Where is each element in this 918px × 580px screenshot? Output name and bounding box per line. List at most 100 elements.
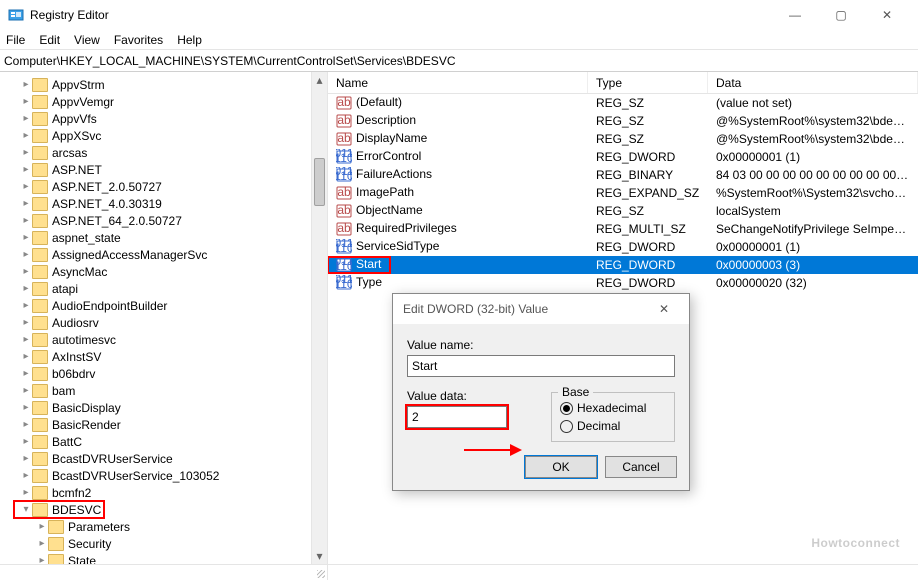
tree-scrollbar[interactable]: ▴ ▾: [311, 72, 327, 564]
expander-icon[interactable]: ▸: [20, 215, 32, 226]
value-row-requiredprivileges[interactable]: abRequiredPrivilegesREG_MULTI_SZSeChange…: [328, 220, 918, 238]
expander-icon[interactable]: ▸: [36, 555, 48, 564]
expander-icon[interactable]: ▸: [20, 487, 32, 498]
tree-item-parameters[interactable]: ▸Parameters: [6, 518, 327, 535]
value-data: (value not set): [708, 96, 918, 110]
expander-icon[interactable]: ▸: [36, 521, 48, 532]
expander-icon[interactable]: ▸: [20, 79, 32, 90]
expander-icon[interactable]: ▸: [20, 402, 32, 413]
value-row-errorcontrol[interactable]: 011110ErrorControlREG_DWORD0x00000001 (1…: [328, 148, 918, 166]
expander-icon[interactable]: ▸: [20, 232, 32, 243]
tree-item-bcmfn2[interactable]: ▸bcmfn2: [6, 484, 327, 501]
expander-icon[interactable]: ▸: [20, 147, 32, 158]
value-data-input[interactable]: [407, 406, 507, 428]
menu-help[interactable]: Help: [177, 33, 202, 47]
tree-item-assignedaccessmanagersvc[interactable]: ▸AssignedAccessManagerSvc: [6, 246, 327, 263]
expander-icon[interactable]: ▸: [20, 436, 32, 447]
tree-label: ASP.NET_2.0.50727: [52, 180, 162, 194]
expander-icon[interactable]: ▸: [36, 538, 48, 549]
col-name[interactable]: Name: [328, 72, 588, 93]
dialog-close-button[interactable]: ✕: [649, 294, 679, 324]
tree-item-appxsvc[interactable]: ▸AppXSvc: [6, 127, 327, 144]
expander-icon[interactable]: ▸: [20, 249, 32, 260]
tree-item-autotimesvc[interactable]: ▸autotimesvc: [6, 331, 327, 348]
value-name: ServiceSidType: [356, 239, 439, 253]
maximize-button[interactable]: ▢: [818, 0, 864, 30]
tree-item-arcsas[interactable]: ▸arcsas: [6, 144, 327, 161]
address-input[interactable]: [4, 54, 914, 68]
tree-item-appvstrm[interactable]: ▸AppvStrm: [6, 76, 327, 93]
tree-item-atapi[interactable]: ▸ atapi: [6, 280, 327, 297]
tree-item-asp-net-64-2-0-50727[interactable]: ▸ASP.NET_64_2.0.50727: [6, 212, 327, 229]
tree-item-appvvemgr[interactable]: ▸AppvVemgr: [6, 93, 327, 110]
tree-item-axinstsv[interactable]: ▸AxInstSV: [6, 348, 327, 365]
expander-icon[interactable]: ▸: [20, 317, 32, 328]
col-type[interactable]: Type: [588, 72, 708, 93]
tree-item-appvvfs[interactable]: ▸AppvVfs: [6, 110, 327, 127]
tree-item-audiosrv[interactable]: ▸Audiosrv: [6, 314, 327, 331]
tree-item-basicdisplay[interactable]: ▸BasicDisplay: [6, 399, 327, 416]
tree-item-basicrender[interactable]: ▸BasicRender: [6, 416, 327, 433]
expander-icon[interactable]: ▸: [20, 113, 32, 124]
tree-item-b06bdrv[interactable]: ▸b06bdrv: [6, 365, 327, 382]
tree-item-asyncmac[interactable]: ▸AsyncMac: [6, 263, 327, 280]
value-name: DisplayName: [356, 131, 427, 145]
expander-icon[interactable]: ▸: [20, 419, 32, 430]
expander-icon[interactable]: ▸: [20, 266, 32, 277]
value-row-description[interactable]: abDescriptionREG_SZ@%SystemRoot%\system3…: [328, 112, 918, 130]
tree-label: BcastDVRUserService: [52, 452, 173, 466]
tree-item-security[interactable]: ▸Security: [6, 535, 327, 552]
expander-icon[interactable]: ▸: [20, 351, 32, 362]
menu-view[interactable]: View: [74, 33, 100, 47]
reg-bin-icon: 011110: [336, 149, 352, 165]
menu-favorites[interactable]: Favorites: [114, 33, 163, 47]
tree-item-asp-net[interactable]: ▸ASP.NET: [6, 161, 327, 178]
tree-item-audioendpointbuilder[interactable]: ▸AudioEndpointBuilder: [6, 297, 327, 314]
expander-icon[interactable]: ▸: [20, 96, 32, 107]
reg-bin-icon: 011110: [336, 167, 352, 183]
svg-text:110: 110: [336, 241, 352, 255]
value-row--default-[interactable]: ab(Default)REG_SZ(value not set): [328, 94, 918, 112]
expander-icon[interactable]: ▸: [20, 164, 32, 175]
expander-icon[interactable]: ▸: [20, 130, 32, 141]
tree-label: atapi: [52, 282, 78, 296]
cancel-button[interactable]: Cancel: [605, 456, 677, 478]
tree-item-state[interactable]: ▸State: [6, 552, 327, 564]
value-type: REG_SZ: [588, 132, 708, 146]
expander-icon[interactable]: ▸: [20, 181, 32, 192]
expander-icon[interactable]: ▸: [20, 198, 32, 209]
statusbar: [0, 564, 918, 580]
tree-item-asp-net-2-0-50727[interactable]: ▸ ASP.NET_2.0.50727: [6, 178, 327, 195]
tree-item-battc[interactable]: ▸BattC: [6, 433, 327, 450]
value-row-objectname[interactable]: abObjectNameREG_SZlocalSystem: [328, 202, 918, 220]
menu-file[interactable]: File: [6, 33, 25, 47]
value-row-servicesidtype[interactable]: 011110ServiceSidTypeREG_DWORD0x00000001 …: [328, 238, 918, 256]
tree-item-bcastdvruserservice[interactable]: ▸ BcastDVRUserService: [6, 450, 327, 467]
tree-item-bcastdvruserservice-103052[interactable]: ▸BcastDVRUserService_103052: [6, 467, 327, 484]
tree-item-aspnet-state[interactable]: ▸aspnet_state: [6, 229, 327, 246]
value-row-displayname[interactable]: abDisplayNameREG_SZ@%SystemRoot%\system3…: [328, 130, 918, 148]
expander-icon[interactable]: ▸: [20, 385, 32, 396]
radio-hex[interactable]: Hexadecimal: [560, 399, 664, 417]
col-data[interactable]: Data: [708, 72, 918, 93]
expander-icon[interactable]: ▸: [20, 368, 32, 379]
tree-item-asp-net-4-0-30319[interactable]: ▸ASP.NET_4.0.30319: [6, 195, 327, 212]
minimize-button[interactable]: —: [772, 0, 818, 30]
expander-icon[interactable]: ▸: [20, 453, 32, 464]
value-type: REG_DWORD: [588, 258, 708, 272]
value-row-failureactions[interactable]: 011110FailureActionsREG_BINARY84 03 00 0…: [328, 166, 918, 184]
menu-edit[interactable]: Edit: [39, 33, 60, 47]
expander-icon[interactable]: ▸: [20, 283, 32, 294]
expander-icon[interactable]: ▸: [20, 300, 32, 311]
value-row-start[interactable]: 011110StartREG_DWORD0x00000003 (3): [328, 256, 918, 274]
value-data: @%SystemRoot%\system32\bdesvc.dll,-101: [708, 114, 918, 128]
expander-icon[interactable]: ▸: [20, 470, 32, 481]
value-row-imagepath[interactable]: abImagePathREG_EXPAND_SZ%SystemRoot%\Sys…: [328, 184, 918, 202]
tree-item-bam[interactable]: ▸bam: [6, 382, 327, 399]
value-name-input[interactable]: [407, 355, 675, 377]
close-button[interactable]: ✕: [864, 0, 910, 30]
radio-dec[interactable]: Decimal: [560, 417, 664, 435]
expander-icon[interactable]: ▸: [20, 334, 32, 345]
ok-button[interactable]: OK: [525, 456, 597, 478]
value-row-type[interactable]: 011110TypeREG_DWORD0x00000020 (32): [328, 274, 918, 292]
